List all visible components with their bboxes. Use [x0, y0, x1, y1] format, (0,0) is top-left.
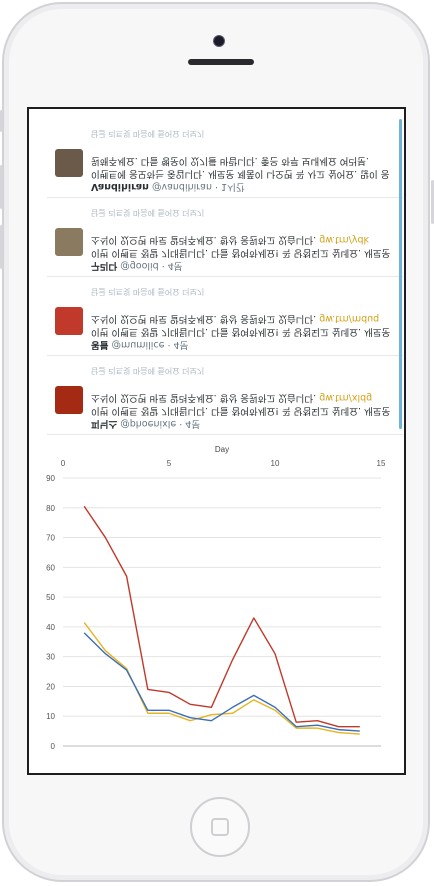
- camera-icon: [213, 35, 225, 47]
- tweet-header: 피닉스 @phoenixle · 4분: [91, 417, 395, 429]
- volume-up-button: [0, 165, 3, 209]
- tweet-body: Vandihiran @vandihiran · 1시간 이벤트에 응모하는 중입…: [91, 127, 395, 192]
- y-tick-label: 30: [46, 653, 55, 662]
- series-line: [83, 505, 360, 728]
- tweet-handle-time: @vandihiran · 1시간: [151, 181, 245, 192]
- y-tick-label: 70: [46, 534, 55, 543]
- home-button[interactable]: [190, 797, 250, 857]
- tweet-text: 이번 이벤트 정말 기대됩니다. 다들 참여하세요! 꼭 당첨되고 싶네요. 새…: [91, 378, 395, 417]
- tweet-link[interactable]: gw.trn/xldg: [319, 393, 372, 404]
- chart-series: [83, 505, 360, 735]
- y-tick-label: 60: [46, 563, 55, 572]
- avatar[interactable]: [55, 228, 83, 256]
- tweet-body: 피닉스 @phoenixle · 4분 이번 이벤트 정말 기대됩니다. 다들 참…: [91, 364, 395, 429]
- x-axis-ticks: 0 5 10 15: [61, 459, 386, 468]
- y-tick-label: 20: [46, 682, 55, 691]
- speaker-grille: [188, 59, 254, 65]
- tweet-body: 몽블 @mumilice · 4분 이번 이벤트 정말 기대됩니다. 다들 참여하…: [91, 285, 395, 350]
- tweet-author-name[interactable]: 피닉스: [91, 418, 117, 429]
- y-tick-label: 0: [51, 742, 56, 751]
- tweet-text-content: 이벤트에 응모하는 중입니다. 새로운 제품이 나오면 꼭 사고 싶어요. 많이…: [91, 155, 390, 180]
- tweet-text: 이번 이벤트 정말 기대됩니다. 다들 참여하세요! 꼭 당첨되고 싶네요. 새…: [91, 299, 395, 338]
- tweet-item[interactable]: Vandihiran @vandihiran · 1시간 이벤트에 응모하는 중입…: [47, 119, 403, 198]
- tweet-link[interactable]: gw.trn/mduq: [319, 314, 379, 325]
- series-line: [83, 622, 360, 735]
- tweet-handle-time: @mumilice · 4분: [111, 339, 189, 350]
- x-tick-label: 10: [271, 459, 280, 468]
- x-axis-title: Day: [215, 445, 229, 454]
- tweet-item[interactable]: 구리다 @goolid · 4분 이번 이벤트 정말 기대됩니다. 다들 참여하세…: [47, 198, 403, 277]
- tweet-header: Vandihiran @vandihiran · 1시간: [91, 180, 395, 192]
- tweet-author-name[interactable]: 몽블: [91, 339, 108, 350]
- y-tick-label: 10: [46, 712, 55, 721]
- tweet-text: 이벤트에 응모하는 중입니다. 새로운 제품이 나오면 꼭 사고 싶어요. 많이…: [91, 141, 395, 180]
- tweet-header: 구리다 @goolid · 4분: [91, 259, 395, 271]
- y-tick-label: 80: [46, 504, 55, 513]
- tweet-header: 몽블 @mumilice · 4분: [91, 338, 395, 350]
- tweet-actions[interactable]: 답글 리트윗 마음에 들어요 더보기: [91, 127, 395, 139]
- home-button-square-icon: [211, 818, 229, 836]
- tweet-link[interactable]: gw.trn/ydk: [319, 235, 369, 246]
- chart-grid: [63, 477, 381, 747]
- avatar[interactable]: [55, 386, 83, 414]
- x-tick-label: 0: [61, 459, 66, 468]
- volume-down-button: [0, 225, 3, 269]
- tweet-author-name[interactable]: 구리다: [91, 260, 117, 271]
- feed-scrollbar[interactable]: [399, 119, 402, 429]
- tweet-text: 이번 이벤트 정말 기대됩니다. 다들 참여하세요! 꼭 당첨되고 싶네요. 새…: [91, 220, 395, 259]
- tweet-author-name[interactable]: Vandihiran: [91, 181, 149, 192]
- tweet-actions[interactable]: 답글 리트윗 마음에 들어요 더보기: [91, 206, 395, 218]
- avatar[interactable]: [55, 307, 83, 335]
- y-tick-label: 50: [46, 593, 55, 602]
- tweet-item[interactable]: 몽블 @mumilice · 4분 이번 이벤트 정말 기대됩니다. 다들 참여하…: [47, 277, 403, 356]
- y-tick-label: 90: [46, 474, 55, 483]
- mute-switch: [0, 110, 3, 132]
- line-chart: 0 10 20 30 40 50 60 70 80 90 0 5 10 15 Day: [46, 445, 386, 751]
- y-tick-label: 40: [46, 623, 55, 632]
- avatar[interactable]: [55, 149, 83, 177]
- phone-screen: Vandihiran @vandihiran · 1시간 이벤트에 응모하는 중입…: [27, 107, 406, 775]
- x-tick-label: 5: [167, 459, 172, 468]
- tweet-handle-time: @goolid · 4분: [120, 260, 183, 271]
- tweet-feed: Vandihiran @vandihiran · 1시간 이벤트에 응모하는 중입…: [47, 119, 403, 435]
- x-tick-label: 15: [377, 459, 386, 468]
- tweet-item[interactable]: 피닉스 @phoenixle · 4분 이번 이벤트 정말 기대됩니다. 다들 참…: [47, 356, 403, 435]
- tweet-actions[interactable]: 답글 리트윗 마음에 들어요 더보기: [91, 285, 395, 297]
- y-axis-ticks: 0 10 20 30 40 50 60 70 80 90: [46, 474, 55, 751]
- tweet-handle-time: @phoenixle · 4분: [120, 418, 201, 429]
- tweet-body: 구리다 @goolid · 4분 이번 이벤트 정말 기대됩니다. 다들 참여하세…: [91, 206, 395, 271]
- tweet-actions[interactable]: 답글 리트윗 마음에 들어요 더보기: [91, 364, 395, 376]
